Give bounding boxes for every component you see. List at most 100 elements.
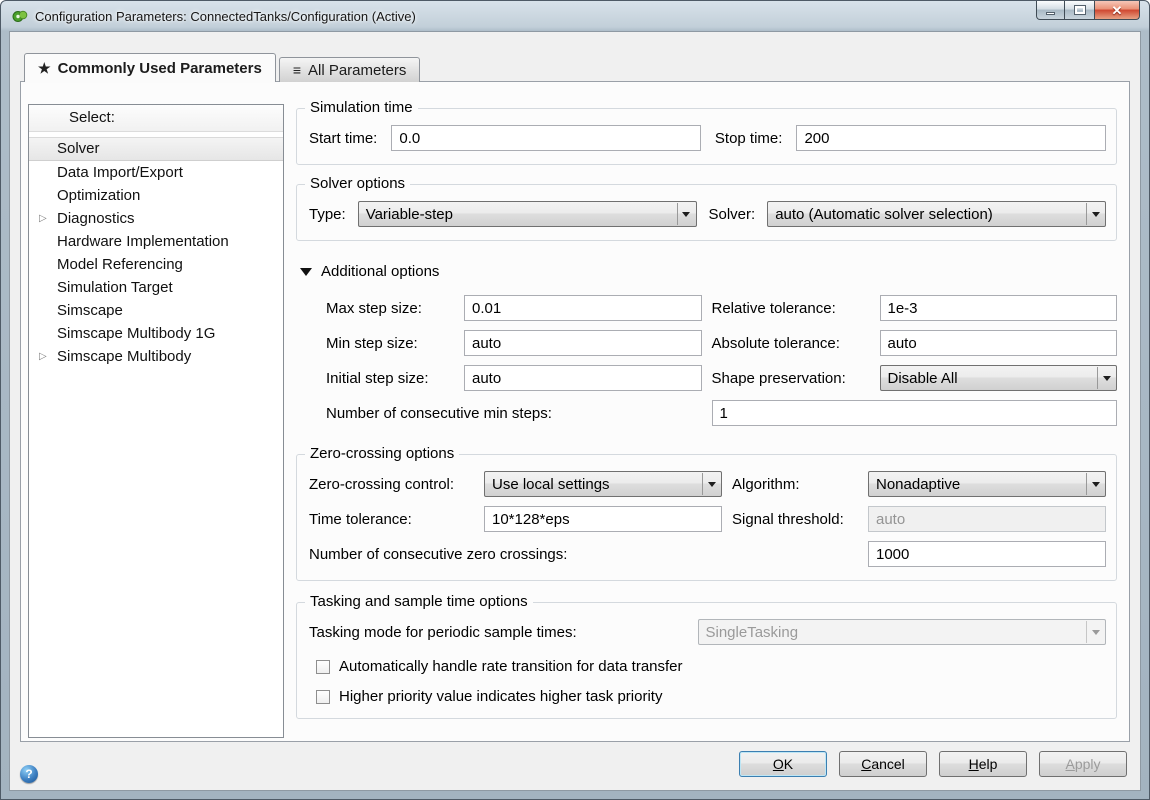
- sidebar-list: Solver Data Import/Export Optimization ▷…: [29, 132, 283, 368]
- dropdown-value: SingleTasking: [706, 624, 799, 641]
- tasking-mode-dropdown[interactable]: SingleTasking: [698, 619, 1107, 645]
- solver-dropdown[interactable]: auto (Automatic solver selection): [767, 201, 1106, 227]
- sidebar-item-simulation-target[interactable]: Simulation Target: [29, 276, 283, 299]
- configuration-parameters-window: Configuration Parameters: ConnectedTanks…: [0, 0, 1150, 800]
- sidebar: Select: Solver Data Import/Export Optimi…: [28, 104, 284, 738]
- dropdown-value: Use local settings: [492, 476, 610, 493]
- sidebar-item-simscape[interactable]: Simscape: [29, 299, 283, 322]
- higher-priority-row: Higher priority value indicates higher t…: [316, 688, 1106, 705]
- simulation-time-group: Simulation time Start time: Stop time:: [296, 108, 1117, 165]
- consecutive-zero-crossings-input[interactable]: [868, 541, 1106, 567]
- initial-step-size-input[interactable]: [464, 365, 702, 391]
- additional-options-expander[interactable]: Additional options: [300, 263, 1117, 280]
- tab-all-parameters[interactable]: ≡ All Parameters: [279, 57, 421, 82]
- dropdown-arrow-icon: [1086, 203, 1104, 225]
- initial-step-size-label: Initial step size:: [326, 370, 454, 387]
- shape-preservation-dropdown[interactable]: Disable All: [880, 365, 1118, 391]
- additional-options-title: Additional options: [321, 263, 439, 280]
- sidebar-item-label: Simscape Multibody: [57, 348, 191, 365]
- sidebar-item-model-referencing[interactable]: Model Referencing: [29, 253, 283, 276]
- sidebar-item-data-import-export[interactable]: Data Import/Export: [29, 161, 283, 184]
- auto-rate-transition-checkbox[interactable]: [316, 660, 330, 674]
- ok-button[interactable]: OK: [739, 751, 827, 777]
- dropdown-arrow-icon: [702, 473, 720, 495]
- shape-preservation-label: Shape preservation:: [712, 370, 870, 387]
- sidebar-item-simscape-multibody[interactable]: ▷ Simscape Multibody: [29, 345, 283, 368]
- dropdown-value: Disable All: [888, 370, 958, 387]
- min-step-size-input[interactable]: [464, 330, 702, 356]
- solver-type-dropdown[interactable]: Variable-step: [358, 201, 697, 227]
- sidebar-item-label: Diagnostics: [57, 210, 135, 227]
- sidebar-header: Select:: [29, 105, 283, 132]
- list-icon: ≡: [293, 62, 301, 78]
- stop-time-label: Stop time:: [715, 130, 783, 147]
- sidebar-item-hardware-implementation[interactable]: Hardware Implementation: [29, 230, 283, 253]
- algorithm-dropdown[interactable]: Nonadaptive: [868, 471, 1106, 497]
- tasking-mode-label: Tasking mode for periodic sample times:: [309, 624, 688, 641]
- minimize-button[interactable]: [1036, 1, 1065, 20]
- auto-rate-transition-row: Automatically handle rate transition for…: [316, 658, 1106, 675]
- star-icon: ★: [38, 60, 51, 77]
- signal-threshold-label: Signal threshold:: [732, 511, 858, 528]
- tab-commonly-used-parameters[interactable]: ★ Commonly Used Parameters: [24, 53, 276, 82]
- dropdown-value: Variable-step: [366, 206, 453, 223]
- type-label: Type:: [309, 206, 346, 223]
- group-title: Simulation time: [305, 99, 418, 116]
- min-step-size-label: Min step size:: [326, 335, 454, 352]
- tab-label: All Parameters: [308, 62, 406, 79]
- sidebar-item-simscape-multibody-1g[interactable]: Simscape Multibody 1G: [29, 322, 283, 345]
- absolute-tolerance-input[interactable]: [880, 330, 1118, 356]
- time-tolerance-input[interactable]: [484, 506, 722, 532]
- dropdown-value: Nonadaptive: [876, 476, 960, 493]
- expand-arrow-icon[interactable]: ▷: [39, 207, 47, 230]
- dropdown-arrow-icon: [1097, 367, 1115, 389]
- solver-pane: Simulation time Start time: Stop time: S…: [296, 82, 1117, 719]
- auto-rate-transition-label: Automatically handle rate transition for…: [339, 658, 683, 675]
- sidebar-item-diagnostics[interactable]: ▷ Diagnostics: [29, 207, 283, 230]
- dropdown-arrow-icon: [1086, 621, 1104, 643]
- tasking-options-group: Tasking and sample time options Tasking …: [296, 602, 1117, 719]
- help-icon[interactable]: ?: [20, 765, 38, 783]
- consecutive-min-steps-label: Number of consecutive min steps:: [326, 405, 702, 422]
- help-button[interactable]: Help: [939, 751, 1027, 777]
- apply-button[interactable]: Apply: [1039, 751, 1127, 777]
- dialog-body: ★ Commonly Used Parameters ≡ All Paramet…: [9, 31, 1141, 791]
- dropdown-value: auto (Automatic solver selection): [775, 206, 993, 223]
- zero-crossing-control-dropdown[interactable]: Use local settings: [484, 471, 722, 497]
- relative-tolerance-label: Relative tolerance:: [712, 300, 870, 317]
- higher-priority-label: Higher priority value indicates higher t…: [339, 688, 662, 705]
- absolute-tolerance-label: Absolute tolerance:: [712, 335, 870, 352]
- sidebar-item-optimization[interactable]: Optimization: [29, 184, 283, 207]
- collapse-triangle-icon: [300, 268, 312, 276]
- higher-priority-checkbox[interactable]: [316, 690, 330, 704]
- start-time-input[interactable]: [391, 125, 701, 151]
- group-title: Tasking and sample time options: [305, 593, 533, 610]
- simulink-icon: [12, 8, 28, 24]
- maximize-button[interactable]: [1065, 1, 1094, 20]
- window-title: Configuration Parameters: ConnectedTanks…: [35, 9, 416, 24]
- cancel-button[interactable]: Cancel: [839, 751, 927, 777]
- expand-arrow-icon[interactable]: ▷: [39, 345, 47, 368]
- tabbar: ★ Commonly Used Parameters ≡ All Paramet…: [24, 53, 423, 82]
- tab-label: Commonly Used Parameters: [58, 60, 262, 77]
- sidebar-item-solver[interactable]: Solver: [29, 137, 283, 161]
- footer: ? OK Cancel Help Apply: [10, 740, 1140, 790]
- minimize-icon: [1046, 12, 1055, 15]
- stop-time-input[interactable]: [796, 125, 1106, 151]
- max-step-size-input[interactable]: [464, 295, 702, 321]
- button-row: OK Cancel Help Apply: [739, 751, 1127, 777]
- algorithm-label: Algorithm:: [732, 476, 858, 493]
- start-time-label: Start time:: [309, 130, 377, 147]
- close-button[interactable]: ✕: [1094, 1, 1140, 20]
- solver-options-group: Solver options Type: Variable-step Solve…: [296, 184, 1117, 241]
- relative-tolerance-input[interactable]: [880, 295, 1118, 321]
- dropdown-arrow-icon: [677, 203, 695, 225]
- zero-crossing-options-group: Zero-crossing options Zero-crossing cont…: [296, 454, 1117, 581]
- zero-crossing-control-label: Zero-crossing control:: [309, 476, 474, 493]
- max-step-size-label: Max step size:: [326, 300, 454, 317]
- signal-threshold-input[interactable]: [868, 506, 1106, 532]
- consecutive-min-steps-input[interactable]: [712, 400, 1118, 426]
- dropdown-arrow-icon: [1086, 473, 1104, 495]
- close-icon: ✕: [1112, 4, 1123, 17]
- additional-options-fields: Max step size: Relative tolerance: Min s…: [326, 295, 1117, 426]
